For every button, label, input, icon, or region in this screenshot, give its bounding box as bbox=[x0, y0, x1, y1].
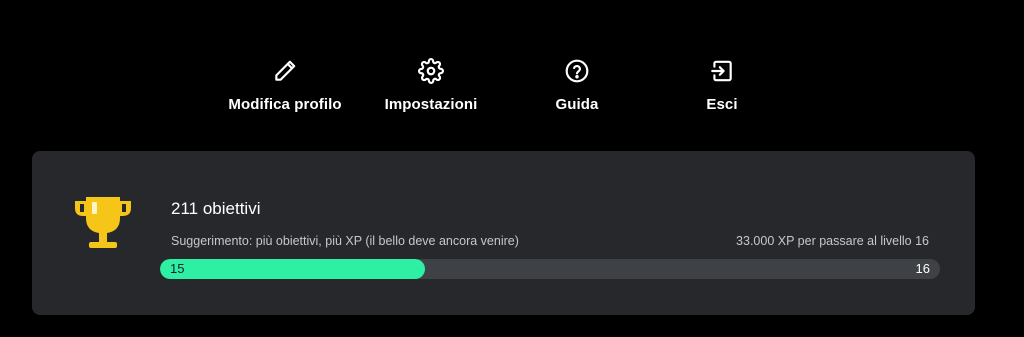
partial-title: · · · · · bbox=[400, 0, 550, 2]
level-progress-fill bbox=[160, 259, 426, 279]
achievements-hint: Suggerimento: più obiettivi, più XP (il … bbox=[171, 234, 519, 248]
xp-to-next-level: 33.000 XP per passare al livello 16 bbox=[736, 234, 929, 248]
help-label: Guida bbox=[555, 96, 599, 113]
pencil-icon bbox=[272, 58, 298, 84]
help-circle-icon bbox=[564, 58, 590, 84]
profile-actions: Modifica profilo Impostazioni Guida Esci bbox=[0, 54, 1024, 124]
logout-label: Esci bbox=[706, 96, 738, 113]
trophy-icon bbox=[72, 194, 134, 256]
logout-icon bbox=[709, 58, 735, 84]
achievements-card[interactable]: 211 obiettivi Suggerimento: più obiettiv… bbox=[32, 151, 975, 315]
gear-icon bbox=[418, 58, 444, 84]
next-level: 16 bbox=[915, 261, 930, 276]
edit-profile-label: Modifica profilo bbox=[228, 96, 342, 113]
level-progress-bar: 15 16 bbox=[160, 259, 940, 279]
current-level: 15 bbox=[170, 261, 185, 276]
partial-title-text: · · · · · bbox=[400, 0, 550, 2]
logout-button[interactable]: Esci bbox=[647, 54, 797, 120]
settings-button[interactable]: Impostazioni bbox=[356, 54, 506, 120]
edit-profile-button[interactable]: Modifica profilo bbox=[210, 54, 360, 120]
help-button[interactable]: Guida bbox=[502, 54, 652, 120]
settings-label: Impostazioni bbox=[384, 96, 478, 113]
achievements-count: 211 obiettivi bbox=[171, 199, 261, 218]
